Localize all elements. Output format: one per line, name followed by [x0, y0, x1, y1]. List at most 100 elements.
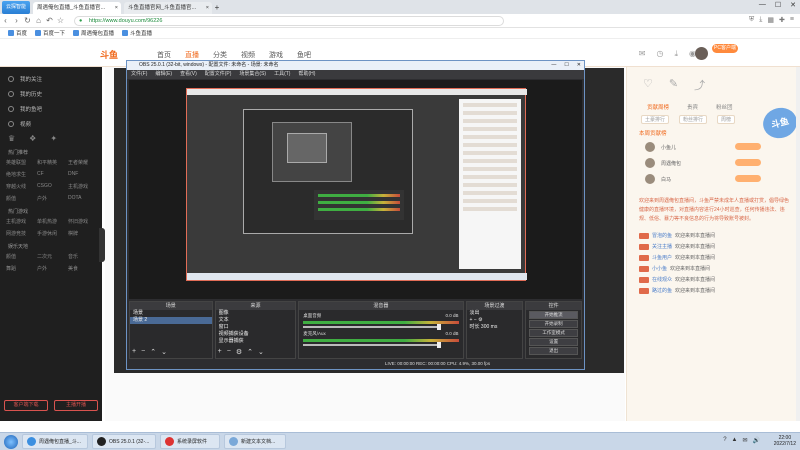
remove-icon[interactable]: − [141, 348, 145, 356]
nav-item-active[interactable]: 直播 [185, 50, 199, 60]
down-icon[interactable]: ⌄ [258, 348, 264, 356]
extension-icon[interactable]: ✚ [779, 16, 785, 24]
apps-icon[interactable]: ▦ [767, 16, 774, 24]
volume-slider[interactable] [303, 342, 441, 348]
subtab[interactable]: 粉丝排行 [679, 115, 708, 124]
tab-vip[interactable]: 贵宾 [687, 103, 698, 111]
panel-scrollbar[interactable] [796, 67, 800, 421]
bookmark-item[interactable]: 斗鱼直播 [122, 29, 152, 37]
game-icon[interactable]: ✦ [50, 134, 57, 143]
source-item[interactable]: 文本 [216, 317, 296, 324]
subtab[interactable]: 周榜 [717, 115, 736, 124]
add-icon[interactable]: + [470, 317, 473, 323]
category-link[interactable]: 单机热游 [37, 218, 65, 225]
subtab[interactable]: 土豪排行 [641, 115, 670, 124]
forward-icon[interactable]: › [11, 16, 22, 25]
add-icon[interactable]: + [218, 348, 222, 356]
category-link[interactable]: DNF [68, 171, 96, 178]
close-icon[interactable]: × [115, 2, 118, 14]
category-link[interactable]: 户外 [37, 265, 65, 272]
category-link[interactable]: 舞蹈 [6, 265, 34, 272]
new-tab-icon[interactable]: + [212, 2, 222, 14]
exit-button[interactable]: 退出 [529, 347, 579, 355]
settings-button[interactable]: 设置 [529, 338, 579, 346]
source-item[interactable]: 图像 [216, 310, 296, 317]
client-download-button[interactable]: 客户端下载 [4, 400, 48, 411]
sidebar-item-yuba[interactable]: 我的鱼吧 [0, 101, 102, 116]
volume-icon[interactable]: 🔊 [753, 437, 760, 444]
bookmark-item[interactable]: 百度 [8, 29, 27, 37]
category-link[interactable]: 王者荣耀 [68, 159, 96, 166]
scene-item[interactable]: 场景 [130, 310, 212, 317]
site-logo[interactable]: 斗鱼 [100, 48, 134, 61]
tab-douyu-live[interactable]: 周遇俺包直播_斗鱼直播官... × [33, 2, 121, 14]
browser-logo[interactable]: 云探智能 [2, 1, 30, 14]
rank-user[interactable]: 白马 [627, 169, 800, 185]
bookmark-item[interactable]: 百度一下 [35, 29, 65, 37]
category-link[interactable]: CSGO [37, 183, 65, 190]
up-icon[interactable]: ⌃ [150, 348, 156, 356]
close-window-icon[interactable]: ✕ [790, 1, 796, 9]
maximize-icon[interactable]: ☐ [775, 1, 781, 9]
menu-item[interactable]: 场景集合(S) [239, 70, 266, 79]
category-link[interactable]: 穿越火线 [6, 183, 34, 190]
obs-preview[interactable] [129, 80, 582, 299]
download-icon[interactable]: ⤓ [759, 16, 762, 24]
transition-select[interactable]: 淡出 [467, 310, 523, 317]
add-icon[interactable]: + [132, 348, 136, 356]
refresh-icon[interactable]: ↻ [22, 16, 33, 25]
category-link[interactable]: 怀旧游戏 [68, 218, 96, 225]
duration-input[interactable]: 300 ms [481, 324, 497, 330]
edit-icon[interactable]: ✎ [669, 77, 678, 93]
gear-icon[interactable]: ⚙ [236, 348, 242, 356]
category-link[interactable]: 美食 [68, 265, 96, 272]
download-icon[interactable]: ⤓ [674, 49, 678, 59]
remove-icon[interactable]: − [227, 348, 231, 356]
category-link[interactable]: 户外 [37, 195, 65, 202]
back-icon[interactable]: ‹ [0, 16, 11, 25]
minimize-icon[interactable]: — [759, 1, 766, 9]
start-button[interactable] [4, 434, 18, 449]
category-link[interactable]: 和平精英 [37, 159, 65, 166]
sidebar-item-history[interactable]: 我的历史 [0, 86, 102, 101]
start-broadcast-button[interactable]: 主播开播 [54, 400, 98, 411]
category-link[interactable]: DOTA [68, 195, 96, 202]
menu-item[interactable]: 配置文件(P) [205, 70, 232, 79]
trophy-icon[interactable]: ♛ [8, 134, 15, 143]
taskbar-app-notepad[interactable]: 新建文本文档... [224, 434, 286, 449]
category-link[interactable]: 音乐 [68, 253, 96, 260]
category-link[interactable]: 颜值 [6, 253, 34, 260]
category-link[interactable]: 英雄联盟 [6, 159, 34, 166]
source-item[interactable]: 视频捕获设备 [216, 331, 296, 338]
nav-item[interactable]: 分类 [213, 50, 227, 60]
tab-contribution[interactable]: 贡献周榜 [647, 103, 669, 111]
follow-icon[interactable]: ♡ [643, 77, 653, 93]
sidebar-item-follow[interactable]: 我的关注 [0, 71, 102, 86]
shield-icon[interactable]: ⛨ [749, 16, 754, 24]
source-item[interactable]: 窗口 [216, 324, 296, 331]
sidebar-item-video[interactable]: 视频 [0, 116, 102, 131]
message-icon[interactable]: ✉ [639, 49, 646, 59]
nav-item[interactable]: 游戏 [269, 50, 283, 60]
menu-item[interactable]: 文件(F) [131, 70, 147, 79]
category-link[interactable]: 主机游戏 [68, 183, 96, 190]
help-icon[interactable]: ? [723, 437, 726, 444]
down-icon[interactable]: ⌄ [161, 348, 167, 356]
nav-item[interactable]: 鱼吧 [297, 50, 311, 60]
client-badge[interactable]: PC客户端 [712, 44, 738, 53]
menu-item[interactable]: 帮助(H) [298, 70, 315, 79]
home-icon[interactable]: ⌂ [33, 16, 44, 25]
nav-item[interactable]: 视频 [241, 50, 255, 60]
undo-icon[interactable]: ↶ [44, 16, 55, 25]
taskbar-app-obs[interactable]: OBS 25.0.1 (32-... [92, 434, 156, 449]
source-item[interactable]: 显示器捕获 [216, 338, 296, 345]
taskbar-app-browser[interactable]: 周遇俺包直播_斗... [22, 434, 88, 449]
mail-icon[interactable]: ✉ [742, 437, 747, 444]
menu-item[interactable]: 查看(V) [180, 70, 197, 79]
minimize-icon[interactable]: — [551, 61, 556, 70]
studio-mode-button[interactable]: 工作室模式 [529, 329, 579, 337]
favorite-icon[interactable]: ☆ [55, 16, 66, 25]
gift-icon[interactable]: ❖ [29, 134, 36, 143]
scene-item-selected[interactable]: 场景 2 [130, 317, 212, 324]
category-link[interactable]: 棋牌 [68, 230, 96, 237]
